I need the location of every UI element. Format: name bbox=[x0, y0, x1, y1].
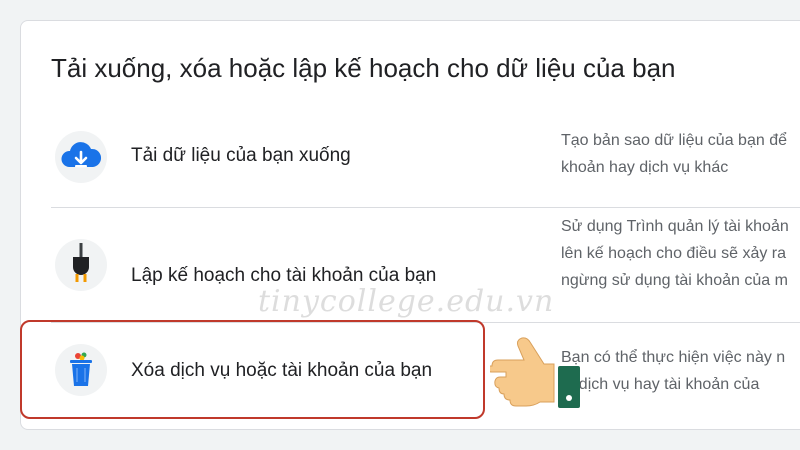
watermark: tinycollege.edu.vn bbox=[258, 284, 555, 319]
cloud-download-icon bbox=[55, 131, 107, 183]
description-line: Tạo bản sao dữ liệu của bạn để bbox=[561, 132, 787, 149]
description-line: lên kế hoạch cho điều sẽ xảy ra bbox=[561, 245, 787, 262]
description-line: ngừng sử dụng tài khoản của m bbox=[561, 272, 788, 289]
description-line: Bạn có thể thực hiện việc này n bbox=[561, 349, 786, 366]
download-data-description: Tạo bản sao dữ liệu của bạn để khoản hay… bbox=[561, 127, 800, 181]
download-data-label: Tải dữ liệu của bạn xuống bbox=[131, 145, 351, 166]
description-line: ột dịch vụ hay tài khoản của bbox=[561, 376, 760, 393]
delete-service-description: Bạn có thể thực hiện việc này n ột dịch … bbox=[561, 344, 800, 398]
plan-account-description: Sử dụng Trình quản lý tài khoản lên kế h… bbox=[561, 213, 800, 294]
description-line: Sử dụng Trình quản lý tài khoản bbox=[561, 218, 789, 235]
highlight-box bbox=[20, 320, 485, 419]
description-line: khoản hay dịch vụ khác bbox=[561, 159, 729, 176]
pointing-hand-icon bbox=[485, 336, 590, 421]
download-data-row[interactable]: Tải dữ liệu của bạn xuống Tạo bản sao dữ… bbox=[51, 121, 800, 207]
power-plug-icon bbox=[55, 239, 107, 291]
card-title: Tải xuống, xóa hoặc lập kế hoạch cho dữ … bbox=[51, 53, 676, 83]
